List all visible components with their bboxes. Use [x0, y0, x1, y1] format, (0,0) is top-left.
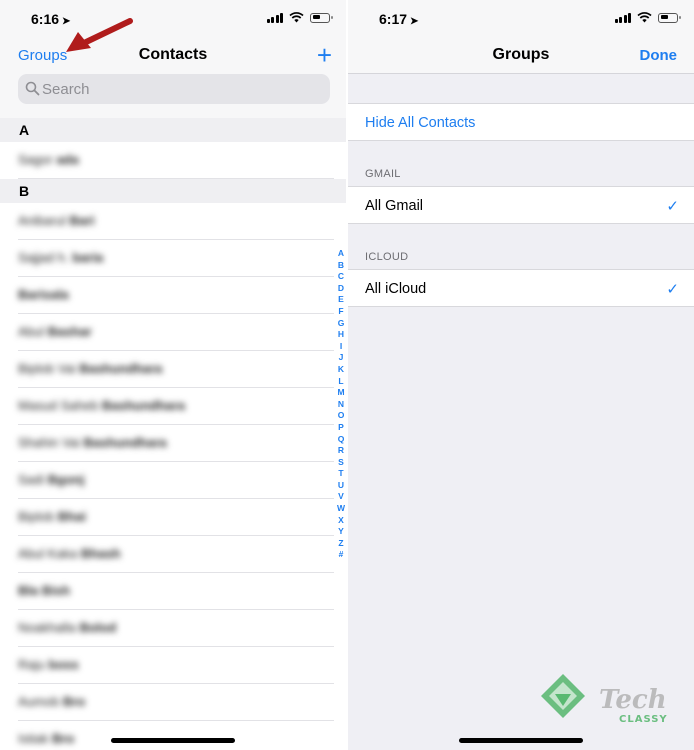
- index-letter[interactable]: A: [338, 248, 344, 260]
- contact-row[interactable]: Raju boss: [0, 647, 346, 684]
- all-icloud-label: All iCloud: [365, 281, 427, 297]
- index-letter[interactable]: K: [338, 364, 344, 376]
- all-gmail-row[interactable]: All Gmail ✓: [348, 186, 694, 224]
- contact-row[interactable]: Aumob Bro: [0, 684, 346, 721]
- search-input[interactable]: [42, 74, 312, 104]
- alphabet-index[interactable]: A B C D E F G H I J K L M N O P Q R S T U V W X Y Z #: [335, 248, 346, 561]
- index-letter[interactable]: V: [338, 491, 344, 503]
- contact-row[interactable]: Sajjad h. baria: [0, 240, 346, 277]
- index-letter[interactable]: F: [338, 306, 343, 318]
- svg-text:CLASSY: CLASSY: [619, 714, 668, 725]
- index-letter[interactable]: H: [338, 329, 344, 341]
- tech-classy-watermark-logo: Tech CLASSY: [541, 674, 668, 725]
- contact-row[interactable]: Sadi Bgonj: [0, 462, 346, 499]
- index-letter[interactable]: P: [338, 422, 344, 434]
- contacts-navbar: Groups Contacts +: [0, 36, 346, 74]
- contact-row[interactable]: Anibarul Bari: [0, 203, 346, 240]
- search-field[interactable]: [18, 74, 330, 104]
- index-letter[interactable]: D: [338, 283, 344, 295]
- contact-row[interactable]: Bla Bish: [0, 573, 346, 610]
- cellular-signal-icon: [614, 12, 631, 23]
- contact-row[interactable]: Istiak Bro: [0, 721, 346, 750]
- status-bar: 6:17 ➤: [348, 0, 694, 36]
- index-letter[interactable]: B: [338, 260, 344, 272]
- battery-icon: [310, 12, 333, 23]
- index-letter[interactable]: Z: [338, 538, 343, 550]
- index-letter[interactable]: G: [338, 318, 345, 330]
- index-letter[interactable]: T: [338, 468, 343, 480]
- contact-row[interactable]: Sagor ada: [0, 142, 346, 179]
- contact-row[interactable]: Abul Bashar: [0, 314, 346, 351]
- svg-text:Tech: Tech: [599, 685, 667, 715]
- index-letter[interactable]: #: [339, 549, 344, 561]
- gmail-section-caption: GMAIL: [365, 168, 401, 180]
- checkmark-icon: ✓: [666, 198, 679, 215]
- hide-all-contacts-label: Hide All Contacts: [365, 115, 476, 131]
- location-icon: ➤: [410, 16, 419, 27]
- contact-row[interactable]: Biplob Vai Bashundhara: [0, 351, 346, 388]
- index-letter[interactable]: O: [338, 410, 345, 422]
- page-title: Contacts: [138, 46, 208, 63]
- index-letter[interactable]: N: [338, 399, 344, 411]
- search-icon: [25, 81, 40, 96]
- checkmark-icon: ✓: [666, 281, 679, 298]
- contacts-screen: 6:16➤ Groups Contacts + A Sagor ada B An…: [0, 0, 346, 750]
- index-letter[interactable]: X: [338, 515, 344, 527]
- annotation-arrow-icon: [66, 18, 133, 52]
- wifi-icon: [637, 12, 652, 23]
- done-button[interactable]: Done: [640, 47, 678, 64]
- contact-row[interactable]: Abul Kaka Bhash: [0, 536, 346, 573]
- contact-row[interactable]: Masud Saheb Bashundhara: [0, 388, 346, 425]
- contacts-list: A Sagor ada B Anibarul Bari Sajjad h. ba…: [0, 118, 346, 750]
- index-letter[interactable]: Y: [338, 526, 344, 538]
- contact-row[interactable]: Shahin Vai Bashundhara: [0, 425, 346, 462]
- section-header-b: B: [0, 179, 346, 203]
- section-header-a: A: [0, 118, 346, 142]
- icloud-section-caption: ICLOUD: [365, 251, 409, 263]
- index-letter[interactable]: R: [338, 445, 344, 457]
- index-letter[interactable]: C: [338, 271, 344, 283]
- index-letter[interactable]: M: [337, 387, 344, 399]
- index-letter[interactable]: U: [338, 480, 344, 492]
- index-letter[interactable]: I: [340, 341, 342, 353]
- contact-row[interactable]: Noakhalla Bolod: [0, 610, 346, 647]
- status-bar: 6:16 ➤: [0, 0, 346, 36]
- battery-icon: [658, 12, 681, 23]
- add-contact-button[interactable]: +: [317, 40, 332, 71]
- cellular-signal-icon: [266, 12, 283, 23]
- status-time: 6:17 ➤: [379, 11, 419, 27]
- home-indicator[interactable]: [459, 738, 583, 743]
- groups-navbar: Groups Done: [348, 36, 694, 74]
- index-letter[interactable]: Q: [338, 434, 345, 446]
- index-letter[interactable]: L: [338, 376, 343, 388]
- index-letter[interactable]: S: [338, 457, 344, 469]
- home-indicator[interactable]: [111, 738, 235, 743]
- index-letter[interactable]: W: [337, 503, 345, 515]
- all-gmail-label: All Gmail: [365, 198, 424, 214]
- groups-screen: 6:17 ➤ Groups Done Hide All Contacts GMAI…: [348, 0, 694, 750]
- contact-row[interactable]: Biplob Bhai: [0, 499, 346, 536]
- all-icloud-row[interactable]: All iCloud ✓: [348, 269, 694, 307]
- index-letter[interactable]: E: [338, 294, 344, 306]
- wifi-icon: [289, 12, 304, 23]
- contact-row[interactable]: Barisala: [0, 277, 346, 314]
- hide-all-contacts-button[interactable]: Hide All Contacts: [348, 103, 694, 141]
- index-letter[interactable]: J: [339, 352, 344, 364]
